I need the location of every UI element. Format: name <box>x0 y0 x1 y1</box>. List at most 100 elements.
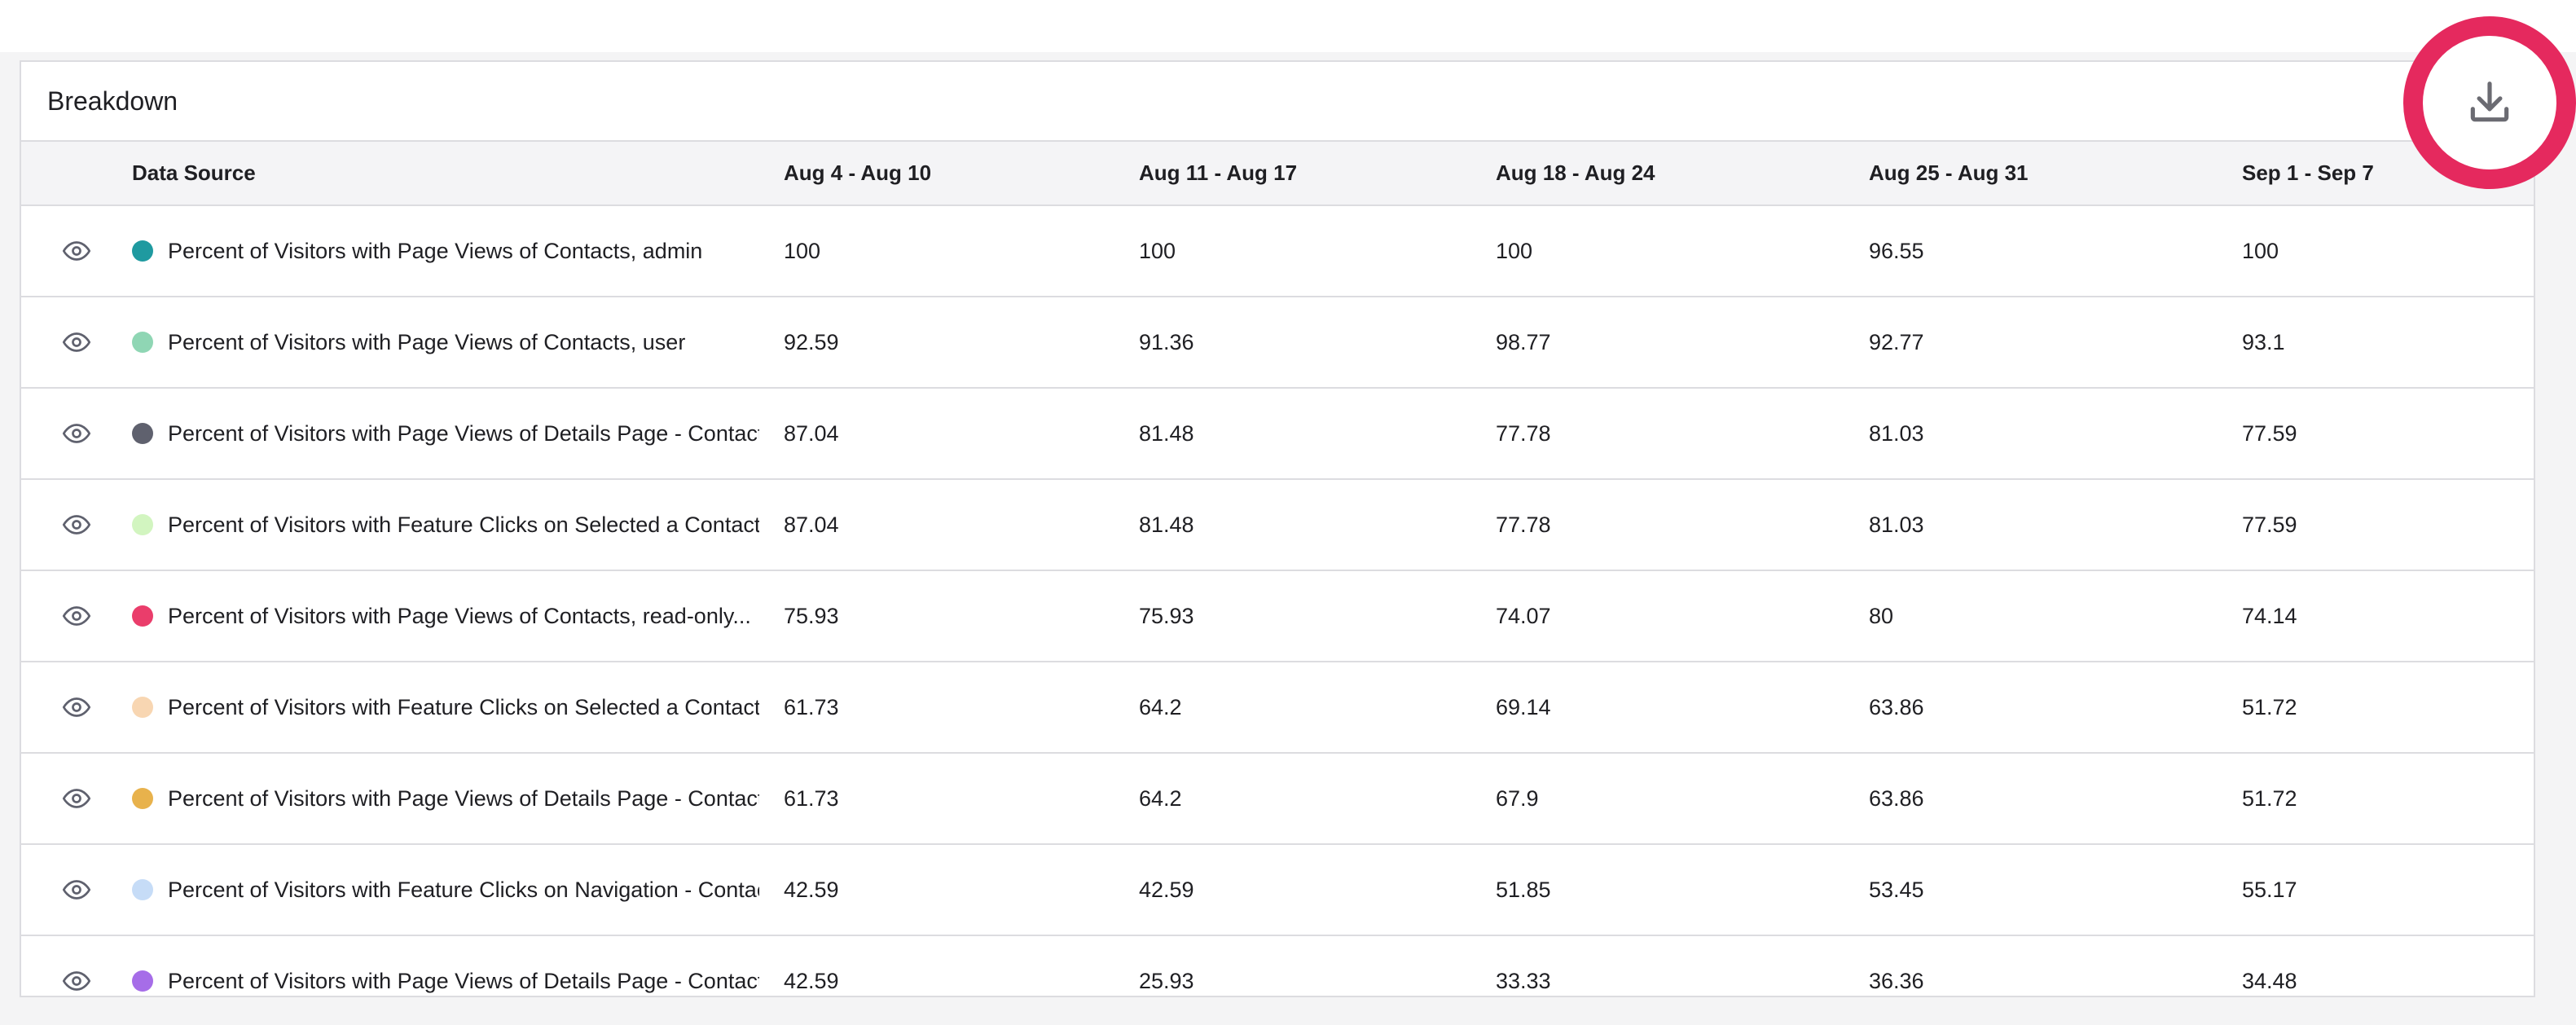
visibility-toggle[interactable] <box>21 479 132 570</box>
header-week-3[interactable]: Aug 18 - Aug 24 <box>1496 142 1869 205</box>
value-cell: 77.59 <box>2242 420 2297 446</box>
header-data-source[interactable]: Data Source <box>132 142 784 205</box>
table-row: Percent of Visitors with Page Views of C… <box>21 297 2534 388</box>
value-cell: 42.59 <box>1139 877 1194 902</box>
download-button[interactable] <box>2403 16 2576 189</box>
header-toggle <box>21 142 132 205</box>
header-week-4[interactable]: Aug 25 - Aug 31 <box>1869 142 2242 205</box>
value-cell: 64.2 <box>1139 785 1182 811</box>
value-cell: 77.59 <box>2242 512 2297 537</box>
value-cell: 87.04 <box>784 420 839 446</box>
value-cell: 87.04 <box>784 512 839 537</box>
data-source-label: Percent of Visitors with Page Views of D… <box>168 420 759 446</box>
data-source-cell: Percent of Visitors with Feature Clicks … <box>132 844 784 935</box>
value-cell: 81.48 <box>1139 512 1194 537</box>
value-cell: 69.14 <box>1496 694 1551 719</box>
series-color-dot <box>132 970 153 992</box>
download-icon <box>2470 81 2509 122</box>
value-cell: 42.59 <box>784 877 839 902</box>
visibility-toggle[interactable] <box>21 662 132 753</box>
value-cell: 61.73 <box>784 785 839 811</box>
eye-icon <box>62 880 91 900</box>
data-source-label: Percent of Visitors with Page Views of D… <box>168 968 759 993</box>
table-row: Percent of Visitors with Page Views of C… <box>21 570 2534 662</box>
visibility-toggle[interactable] <box>21 205 132 297</box>
value-cell: 96.55 <box>1869 238 1924 263</box>
data-source-label: Percent of Visitors with Page Views of D… <box>168 785 759 811</box>
series-color-dot <box>132 423 153 444</box>
data-source-cell: Percent of Visitors with Page Views of C… <box>132 570 784 662</box>
visibility-toggle[interactable] <box>21 297 132 388</box>
eye-icon <box>62 606 91 626</box>
visibility-toggle[interactable] <box>21 935 132 996</box>
series-color-dot <box>132 240 153 262</box>
visibility-toggle[interactable] <box>21 388 132 479</box>
data-source-cell: Percent of Visitors with Page Views of D… <box>132 753 784 844</box>
value-cell: 100 <box>2242 238 2279 263</box>
series-color-dot <box>132 879 153 900</box>
data-source-cell: Percent of Visitors with Page Views of C… <box>132 297 784 388</box>
header-week-1[interactable]: Aug 4 - Aug 10 <box>784 142 1139 205</box>
data-source-label: Percent of Visitors with Feature Clicks … <box>168 877 759 902</box>
value-cell: 63.86 <box>1869 694 1924 719</box>
panel-header: Breakdown <box>21 62 2534 142</box>
value-cell: 92.59 <box>784 329 839 354</box>
data-source-cell: Percent of Visitors with Feature Clicks … <box>132 479 784 570</box>
value-cell: 34.48 <box>2242 968 2297 993</box>
value-cell: 100 <box>1139 238 1176 263</box>
table-row: Percent of Visitors with Page Views of C… <box>21 205 2534 297</box>
eye-icon <box>62 332 91 352</box>
series-color-dot <box>132 514 153 535</box>
value-cell: 100 <box>784 238 821 263</box>
data-source-cell: Percent of Visitors with Page Views of D… <box>132 935 784 996</box>
eye-icon <box>62 971 91 991</box>
series-color-dot <box>132 788 153 809</box>
panel-title: Breakdown <box>47 86 178 116</box>
value-cell: 67.9 <box>1496 785 1539 811</box>
value-cell: 75.93 <box>1139 603 1194 628</box>
eye-icon <box>62 789 91 808</box>
value-cell: 74.14 <box>2242 603 2297 628</box>
value-cell: 74.07 <box>1496 603 1551 628</box>
data-source-cell: Percent of Visitors with Page Views of C… <box>132 205 784 297</box>
visibility-toggle[interactable] <box>21 570 132 662</box>
value-cell: 98.77 <box>1496 329 1551 354</box>
data-source-label: Percent of Visitors with Page Views of C… <box>168 238 703 263</box>
header-week-2[interactable]: Aug 11 - Aug 17 <box>1139 142 1496 205</box>
table-body: Percent of Visitors with Page Views of C… <box>21 205 2534 996</box>
top-bar <box>0 0 2576 52</box>
breakdown-panel: Breakdown Data Source Aug 4 - Aug 10 Aug… <box>20 60 2535 997</box>
value-cell: 53.45 <box>1869 877 1924 902</box>
value-cell: 100 <box>1496 238 1533 263</box>
table-row: Percent of Visitors with Feature Clicks … <box>21 662 2534 753</box>
value-cell: 77.78 <box>1496 512 1551 537</box>
value-cell: 81.03 <box>1869 512 1924 537</box>
visibility-toggle[interactable] <box>21 844 132 935</box>
series-color-dot <box>132 332 153 353</box>
value-cell: 81.03 <box>1869 420 1924 446</box>
data-source-label: Percent of Visitors with Feature Clicks … <box>168 512 759 537</box>
value-cell: 33.33 <box>1496 968 1551 993</box>
data-source-cell: Percent of Visitors with Feature Clicks … <box>132 662 784 753</box>
value-cell: 75.93 <box>784 603 839 628</box>
eye-icon <box>62 424 91 443</box>
value-cell: 42.59 <box>784 968 839 993</box>
value-cell: 36.36 <box>1869 968 1924 993</box>
series-color-dot <box>132 605 153 627</box>
value-cell: 80 <box>1869 603 1894 628</box>
eye-icon <box>62 241 91 261</box>
value-cell: 64.2 <box>1139 694 1182 719</box>
value-cell: 51.85 <box>1496 877 1551 902</box>
table-row: Percent of Visitors with Page Views of D… <box>21 935 2534 996</box>
value-cell: 25.93 <box>1139 968 1194 993</box>
value-cell: 91.36 <box>1139 329 1194 354</box>
value-cell: 92.77 <box>1869 329 1924 354</box>
series-color-dot <box>132 697 153 718</box>
value-cell: 81.48 <box>1139 420 1194 446</box>
visibility-toggle[interactable] <box>21 753 132 844</box>
data-source-cell: Percent of Visitors with Page Views of D… <box>132 388 784 479</box>
table-header-row: Data Source Aug 4 - Aug 10 Aug 11 - Aug … <box>21 142 2534 205</box>
value-cell: 93.1 <box>2242 329 2285 354</box>
data-source-label: Percent of Visitors with Feature Clicks … <box>168 694 759 719</box>
value-cell: 63.86 <box>1869 785 1924 811</box>
